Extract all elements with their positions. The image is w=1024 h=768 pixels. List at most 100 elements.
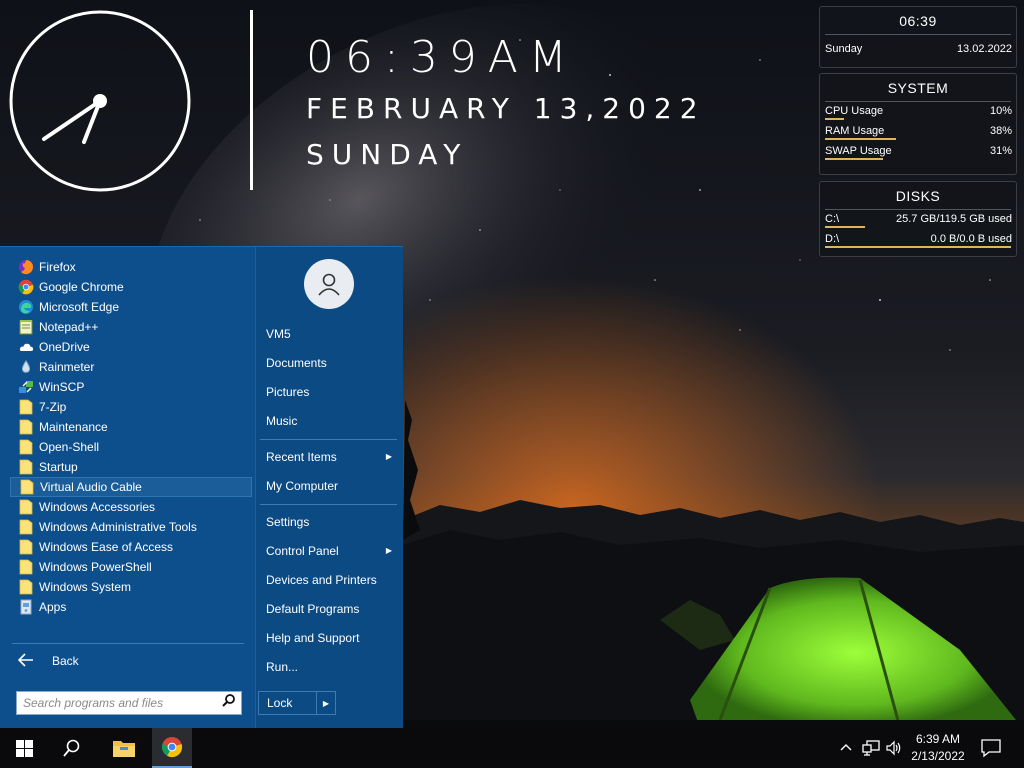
program-item[interactable]: Windows PowerShell [10, 557, 252, 577]
lock-button-group: Lock ▶ [258, 691, 336, 715]
program-label: 7-Zip [39, 400, 67, 414]
program-label: Apps [39, 600, 67, 614]
program-label: Microsoft Edge [39, 300, 120, 314]
program-item[interactable]: OneDrive [10, 337, 252, 357]
swap-usage-value: 31% [989, 145, 1012, 157]
place-control-panel[interactable]: Control Panel ▶ [266, 541, 396, 561]
place-recent-items[interactable]: Recent Items ▶ [266, 447, 396, 467]
taskbar-time: 6:39 AM [915, 732, 961, 746]
program-label: Rainmeter [39, 360, 95, 374]
ram-usage-bar [825, 138, 896, 140]
user-icon [318, 273, 340, 296]
ram-usage-value: 38% [989, 125, 1012, 137]
place-help-support[interactable]: Help and Support [266, 628, 396, 648]
program-item[interactable]: Apps [10, 597, 252, 617]
place-run[interactable]: Run... [266, 657, 396, 677]
program-item[interactable]: Maintenance [10, 417, 252, 437]
desktop-time: 06:39AM [306, 32, 578, 83]
file-explorer-icon [113, 741, 135, 757]
program-item[interactable]: WinSCP [10, 377, 252, 397]
start-button[interactable] [0, 728, 48, 768]
disks-widget: DISKS C:\ 25.7 GB/119.5 GB used D:\ 0.0 … [819, 181, 1017, 257]
place-default-programs[interactable]: Default Programs [266, 599, 396, 619]
places-divider [260, 504, 397, 505]
arrow-left-icon [17, 652, 34, 670]
program-label: Windows Ease of Access [39, 540, 174, 554]
folder-icon [18, 439, 34, 455]
search-icon[interactable] [222, 694, 235, 712]
file-explorer-button[interactable] [100, 728, 148, 768]
shutdown-options-button[interactable]: ▶ [317, 692, 335, 714]
windows-start-icon [15, 739, 33, 757]
folder-icon [18, 539, 34, 555]
program-label: Notepad++ [39, 320, 99, 334]
taskbar-clock[interactable]: 6:39 AM 2/13/2022 [905, 731, 971, 765]
program-label: Open-Shell [39, 440, 100, 454]
program-item[interactable]: Windows System [10, 577, 252, 597]
chrome-icon [18, 279, 34, 295]
program-item[interactable]: Windows Ease of Access [10, 537, 252, 557]
place-documents[interactable]: Documents [266, 353, 396, 373]
program-label: WinSCP [39, 380, 85, 394]
program-item[interactable]: Windows Administrative Tools [10, 517, 252, 537]
cpu-usage-bar [825, 118, 844, 120]
action-center-button[interactable] [980, 738, 1002, 758]
search-box[interactable] [16, 691, 242, 715]
folder-icon [18, 399, 34, 415]
firefox-icon [18, 259, 34, 275]
program-item[interactable]: 7-Zip [10, 397, 252, 417]
program-label: Google Chrome [39, 280, 124, 294]
program-label: Windows Accessories [39, 500, 156, 514]
search-input[interactable] [23, 696, 213, 710]
program-label: Windows System [39, 580, 132, 594]
notepadpp-icon [18, 319, 34, 335]
analog-clock [8, 9, 192, 193]
taskbar-search-button[interactable] [48, 728, 96, 768]
program-label: Virtual Audio Cable [40, 480, 142, 494]
folder-icon [18, 419, 34, 435]
search-icon [63, 739, 80, 757]
recent-items-label: Recent Items [266, 450, 337, 464]
program-item[interactable]: Google Chrome [10, 277, 252, 297]
widget-date-row: Sunday 13.02.2022 [820, 40, 1016, 60]
disks-widget-title: DISKS [825, 182, 1011, 210]
program-item[interactable]: Virtual Audio Cable [10, 477, 252, 497]
folder-icon [18, 499, 34, 515]
program-item[interactable]: Firefox [10, 257, 252, 277]
desktop-date: FEBRUARY 13,2022 [306, 92, 706, 125]
place-music[interactable]: Music [266, 411, 396, 431]
place-settings[interactable]: Settings [266, 512, 396, 532]
volume-button[interactable] [885, 739, 903, 757]
place-devices-printers[interactable]: Devices and Printers [266, 570, 396, 590]
widget-date: 13.02.2022 [956, 43, 1012, 55]
desktop-day: SUNDAY [306, 138, 469, 171]
program-item[interactable]: Microsoft Edge [10, 297, 252, 317]
time-widget: 06:39 Sunday 13.02.2022 [819, 6, 1017, 68]
place-pictures[interactable]: Pictures [266, 382, 396, 402]
network-button[interactable] [861, 739, 881, 757]
swap-usage-row: SWAP Usage 31% [820, 142, 1016, 162]
program-label: Windows PowerShell [39, 560, 152, 574]
places-divider [260, 439, 397, 440]
winscp-icon [18, 379, 34, 395]
back-label: Back [52, 654, 79, 668]
place-my-computer[interactable]: My Computer [266, 476, 396, 496]
place-user[interactable]: VM5 [266, 324, 396, 344]
notification-icon [981, 739, 1001, 758]
program-item[interactable]: Rainmeter [10, 357, 252, 377]
back-button[interactable]: Back [17, 651, 79, 671]
disk-c-value: 25.7 GB/119.5 GB used [896, 213, 1012, 225]
chrome-taskbar-button[interactable] [152, 728, 192, 768]
volume-icon [886, 740, 901, 756]
program-item[interactable]: Open-Shell [10, 437, 252, 457]
program-item[interactable]: Startup [10, 457, 252, 477]
program-item[interactable]: Windows Accessories [10, 497, 252, 517]
program-item[interactable]: Notepad++ [10, 317, 252, 337]
show-hidden-icons-button[interactable] [838, 740, 854, 756]
folder-icon [19, 479, 35, 495]
widget-time-value: 06:39 [825, 7, 1011, 35]
lock-button[interactable]: Lock [259, 692, 317, 714]
user-avatar[interactable] [304, 259, 354, 309]
rainmeter-icon [18, 359, 34, 375]
disk-c-row: C:\ 25.7 GB/119.5 GB used [820, 210, 1016, 230]
